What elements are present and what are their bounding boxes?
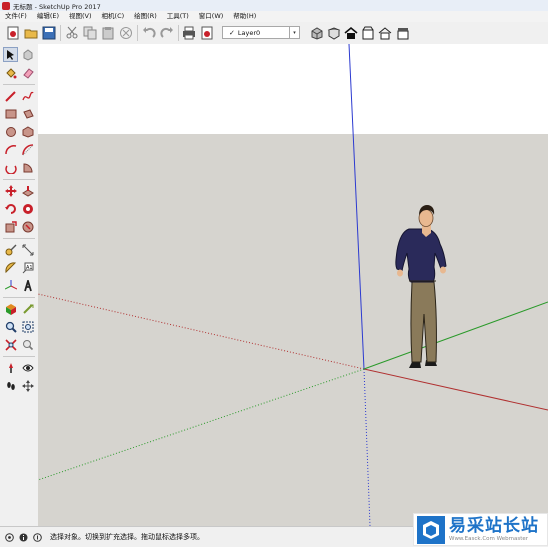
scale-icon[interactable] (3, 219, 18, 234)
cut-icon[interactable] (64, 25, 80, 41)
sketchup-app-icon (2, 1, 10, 10)
menu-tools[interactable]: 工具(T) (162, 11, 194, 22)
text-tool-icon[interactable]: A1 (20, 260, 35, 275)
model-info-icon[interactable] (199, 25, 215, 41)
pan-icon[interactable] (20, 378, 35, 393)
status-message: 选择对象。切换到扩充选择。拖动鼠标选择多项。 (50, 533, 204, 541)
undo-icon[interactable] (141, 25, 157, 41)
freehand-icon[interactable] (20, 88, 35, 103)
polygon-icon[interactable] (20, 124, 35, 139)
left-toolbar: A1 (0, 44, 39, 526)
watermark-title: 易采站长站 (449, 515, 539, 536)
protractor-icon[interactable] (3, 260, 18, 275)
position-camera-icon[interactable] (3, 360, 18, 375)
menu-help[interactable]: 帮助(H) (228, 11, 261, 22)
back-view-icon[interactable] (377, 25, 393, 41)
chevron-down-icon[interactable]: ▾ (289, 27, 299, 38)
two-point-arc-icon[interactable] (20, 142, 35, 157)
look-around-icon[interactable] (20, 360, 35, 375)
redo-icon[interactable] (159, 25, 175, 41)
3d-text-icon[interactable] (20, 278, 35, 293)
circle-icon[interactable] (3, 124, 18, 139)
right-view-icon[interactable] (360, 25, 376, 41)
window-title: 无标题 - SketchUp Pro 2017 (13, 2, 101, 11)
info-icon[interactable] (18, 532, 28, 542)
svg-text:A1: A1 (26, 265, 33, 271)
pie-icon[interactable] (20, 160, 35, 175)
select-arrow-icon[interactable] (3, 47, 18, 62)
offset-icon[interactable] (20, 219, 35, 234)
section-plane-icon[interactable] (3, 301, 18, 316)
copy-icon[interactable] (82, 25, 98, 41)
layer-name: Layer0 (237, 28, 261, 37)
make-component-icon[interactable] (20, 47, 35, 62)
watermark-logo-icon (417, 515, 445, 544)
main-toolbar: ✓ Layer0 ▾ (0, 22, 548, 45)
layer-dropdown[interactable]: ✓ Layer0 ▾ (222, 26, 300, 39)
menu-window[interactable]: 窗口(W) (194, 11, 229, 22)
zoom-extents-icon[interactable] (3, 337, 18, 352)
left-view-icon[interactable] (395, 25, 411, 41)
dimension-icon[interactable] (20, 242, 35, 257)
walk-look-icon[interactable] (20, 301, 35, 316)
previous-view-icon[interactable] (20, 337, 35, 352)
zoom-window-icon[interactable] (20, 319, 35, 334)
menu-edit[interactable]: 编辑(E) (32, 11, 64, 22)
three-point-arc-icon[interactable] (3, 160, 18, 175)
walk-footprints-icon[interactable] (3, 378, 18, 393)
top-view-icon[interactable] (326, 25, 342, 41)
paint-bucket-icon[interactable] (3, 65, 18, 80)
credits-icon[interactable] (32, 532, 42, 542)
layer-visible-check: ✓ (229, 28, 235, 37)
menu-draw[interactable]: 绘图(R) (129, 11, 162, 22)
site-watermark: 易采站长站 Www.Easck.Com Webmaster (413, 513, 548, 546)
menu-file[interactable]: 文件(F) (0, 11, 32, 22)
move-icon[interactable] (3, 183, 18, 198)
rotated-rectangle-icon[interactable] (20, 106, 35, 121)
paste-icon[interactable] (100, 25, 116, 41)
save-icon[interactable] (41, 25, 57, 41)
menu-view[interactable]: 视图(V) (64, 11, 97, 22)
menu-camera[interactable]: 相机(C) (97, 11, 130, 22)
watermark-url: Www.Easck.Com Webmaster (449, 535, 529, 542)
print-icon[interactable] (181, 25, 197, 41)
push-pull-icon[interactable] (20, 183, 35, 198)
geo-location-icon[interactable] (4, 532, 14, 542)
line-pencil-icon[interactable] (3, 88, 18, 103)
arc-icon[interactable] (3, 142, 18, 157)
tape-measure-icon[interactable] (3, 242, 18, 257)
follow-me-icon[interactable] (20, 201, 35, 216)
open-folder-icon[interactable] (23, 25, 39, 41)
home-front-view-icon[interactable] (343, 25, 359, 41)
rectangle-icon[interactable] (3, 106, 18, 121)
zoom-icon[interactable] (3, 319, 18, 334)
eraser-icon[interactable] (20, 65, 35, 80)
rotate-icon[interactable] (3, 201, 18, 216)
new-file-icon[interactable] (5, 25, 21, 41)
iso-view-icon[interactable] (309, 25, 325, 41)
axes-icon[interactable] (3, 278, 18, 293)
drawing-viewport[interactable] (38, 44, 548, 526)
erase-icon[interactable] (118, 25, 134, 41)
